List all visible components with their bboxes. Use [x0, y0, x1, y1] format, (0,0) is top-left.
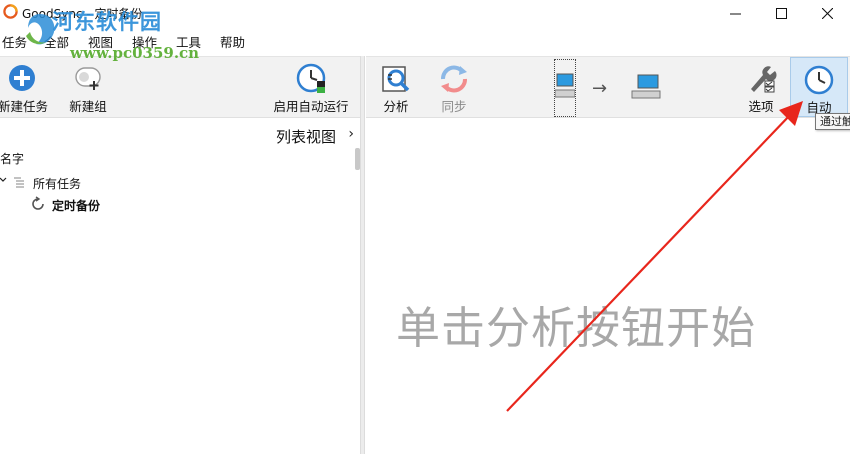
tree-label-all-jobs: 所有任务 [33, 177, 82, 191]
sync-icon [32, 196, 44, 210]
goodsync-window: GoodSync - 定时备份 任务 全部 视图 操作 工具 帮助 河东软件园 [0, 0, 850, 454]
minimize-button[interactable] [712, 0, 758, 26]
clock-icon [296, 63, 326, 93]
new-job-label: 新建任务 [0, 99, 49, 114]
sync-direction-arrow[interactable]: → [592, 78, 607, 99]
sync-button[interactable]: 同步 [432, 57, 476, 117]
goodsync-logo-icon [3, 4, 18, 19]
new-group-label: 新建组 [69, 99, 107, 114]
analyze-button[interactable]: 分析 [374, 57, 418, 117]
chevron-right-icon: › [348, 126, 354, 142]
panel-splitter[interactable] [360, 56, 365, 454]
new-job-button[interactable]: 新建任务 [0, 57, 56, 117]
list-icon [14, 177, 24, 188]
computer-icon [631, 74, 661, 99]
analyze-icon [382, 66, 410, 92]
wrench-icon [751, 66, 777, 93]
computer-icon [555, 73, 575, 98]
group-add-icon [75, 67, 101, 90]
analyze-label: 分析 [383, 99, 409, 114]
left-folder-selector[interactable] [554, 59, 576, 117]
watermark-site-name: 河东软件园 [52, 10, 162, 34]
tree-item-job[interactable]: 定时备份 [0, 195, 200, 215]
watermark-url: www.pc0359.cn [70, 44, 200, 62]
options-label: 选项 [748, 99, 774, 114]
auto-tooltip: 通过触 [815, 113, 850, 130]
options-button[interactable]: 选项 [740, 57, 782, 117]
enable-auto-button[interactable]: 启用自动运行 [266, 57, 356, 117]
enable-auto-label: 启用自动运行 [273, 99, 349, 114]
list-view-header[interactable]: 列表视图 › [0, 122, 360, 148]
close-icon [821, 7, 833, 19]
column-header-name[interactable]: 名字 [0, 150, 24, 167]
sync-icon [441, 65, 467, 93]
maximize-icon [775, 7, 787, 19]
maximize-button[interactable] [758, 0, 804, 26]
auto-button[interactable]: 自动 [790, 57, 848, 117]
close-button[interactable] [804, 0, 850, 26]
left-toolbar: 新建任务 新建组 启用自动运行 [0, 56, 360, 118]
minimize-icon [729, 13, 741, 14]
clock-icon [804, 65, 834, 95]
list-view-title: 列表视图 [275, 128, 336, 146]
new-group-button[interactable]: 新建组 [60, 57, 116, 117]
menu-help[interactable]: 帮助 [220, 32, 245, 51]
right-toolbar: 分析 同步 → 选项 自动 [366, 56, 850, 118]
tree-label-job: 定时备份 [52, 199, 101, 213]
analyze-hint-text: 单击分析按钮开始 [396, 303, 756, 354]
sync-label: 同步 [441, 99, 467, 114]
plus-circle-icon [9, 65, 35, 91]
right-folder-selector[interactable] [628, 59, 664, 117]
chevron-down-icon[interactable] [0, 175, 10, 185]
tree-item-all-jobs[interactable]: 所有任务 [0, 173, 200, 193]
